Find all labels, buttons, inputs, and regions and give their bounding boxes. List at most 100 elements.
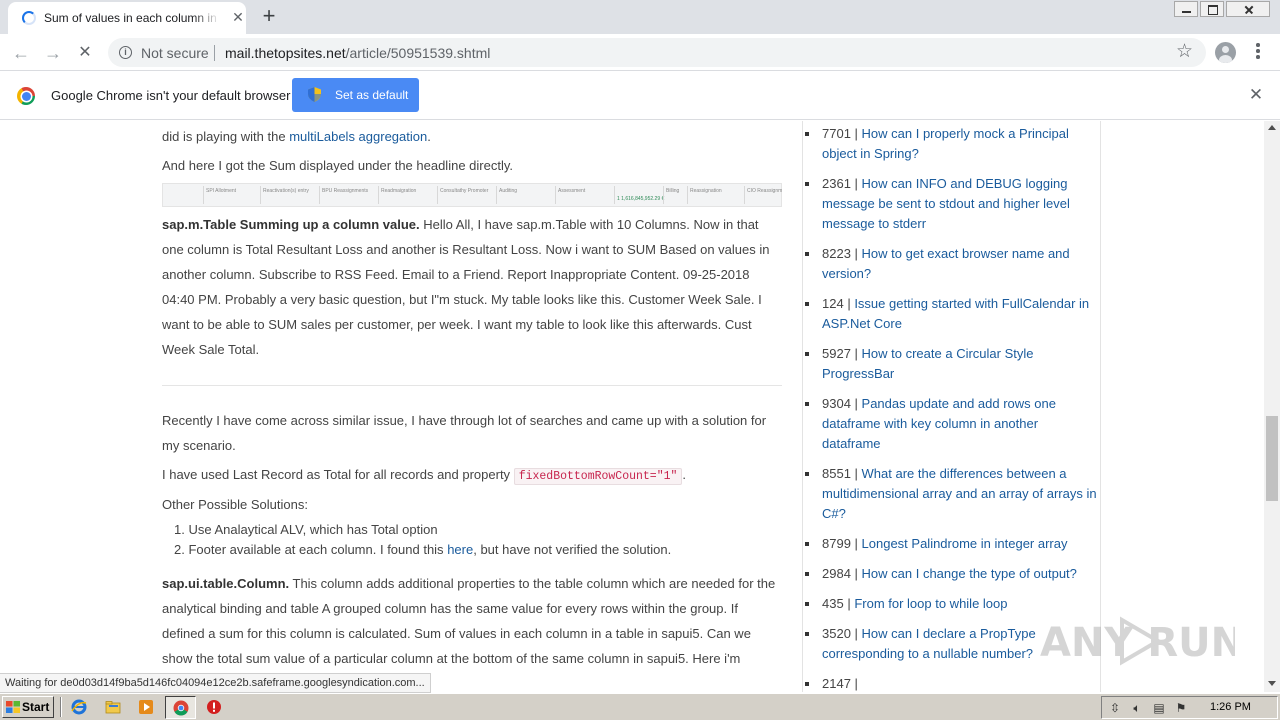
anyrun-watermark: ANY RUN [1040,612,1244,670]
page-scrollbar[interactable] [1264,121,1280,692]
list-item: 2361 | How can INFO and DEBUG logging me… [805,174,1098,234]
table-screenshot-image: SPI Allotment Reactivation(s) entry BPU … [162,183,782,207]
ie-icon[interactable] [71,699,87,715]
new-tab-plus-icon[interactable]: + [258,5,280,28]
answer-divider [162,385,782,386]
related-question-link[interactable]: How to create a Circular Style ProgressB… [822,346,1033,381]
scroll-up-arrow-icon[interactable] [1268,125,1276,130]
tab-title: Sum of values in each column in a table … [44,11,220,25]
minimize-button[interactable] [1174,1,1198,17]
article-paragraph: sap.m.Table Summing up a column value. H… [162,217,770,357]
stop-icon[interactable]: ✕ [73,41,97,65]
browser-toolbar: ← → ✕ i Not secure mail.thetopsites.net/… [0,34,1280,71]
screenshot-cell: BPU Reassignments [319,186,377,204]
article-paragraph: I have used Last Record as Total for all… [162,467,687,485]
article-paragraph: Recently I have come across similar issu… [162,413,767,453]
related-question-link[interactable]: What are the differences between a multi… [822,466,1097,521]
watermark-logo: ANY RUN [1040,616,1244,666]
screenshot-cell: Reactivation(s) entry [260,186,318,204]
related-question-link[interactable]: How can I properly mock a Principal obje… [822,126,1069,161]
stop-sign-icon[interactable] [206,699,222,715]
tab-close-icon[interactable]: ✕ [230,9,246,25]
related-question-link[interactable]: How can INFO and DEBUG logging message b… [822,176,1070,231]
tab-active[interactable]: Sum of values in each column in a table … [8,2,246,34]
list-item: 8799 | Longest Palindrome in integer arr… [805,534,1098,554]
article-paragraph: And here I got the Sum displayed under t… [162,158,513,173]
url-text[interactable]: mail.thetopsites.net/article/50951539.sh… [225,45,490,61]
screenshot-cell: Reassignation [687,186,743,204]
set-as-default-button[interactable]: Set as default [292,78,419,112]
url-path: /article/50951539.shtml [345,45,491,61]
infobar-message: Google Chrome isn't your default browser [51,88,291,103]
bullet-icon [805,472,809,476]
bullet-icon [805,632,809,636]
related-question-link[interactable]: Issue getting started with FullCalendar … [822,296,1089,331]
url-host: mail.thetopsites.net [225,45,346,61]
info-icon[interactable]: i [119,46,132,59]
list-item: 8223 | How to get exact browser name and… [805,244,1098,284]
list-item: 2147 | [805,674,1098,692]
uac-shield-icon [308,87,321,102]
screenshot-cell: SPI Allotment [203,186,259,204]
flag-icon[interactable]: ⚑ [1174,701,1188,715]
related-question-link[interactable]: How to get exact browser name and versio… [822,246,1070,281]
infobar-close-icon[interactable]: ✕ [1247,86,1265,104]
multilabels-aggregation-link[interactable]: multiLabels aggregation [289,129,427,144]
article-paragraph: did is playing with the multiLabels aggr… [162,129,431,144]
related-questions-sidebar: 7701 | How can I properly mock a Princip… [802,121,1101,692]
bullet-icon [805,252,809,256]
related-question-link[interactable]: From for loop to while loop [854,596,1007,611]
bullet-icon [805,352,809,356]
bullet-icon [805,682,809,686]
forward-arrow-icon[interactable]: → [41,41,65,65]
list-item: 7701 | How can I properly mock a Princip… [805,124,1098,164]
media-player-icon[interactable] [138,699,154,715]
scroll-down-arrow-icon[interactable] [1268,681,1276,686]
screenshot-cell: Auditing [496,186,554,204]
list-item: 124 | Issue getting started with FullCal… [805,294,1098,334]
start-label: Start [22,700,50,714]
article-paragraph: Other Possible Solutions: [162,497,308,512]
bullet-icon [805,602,809,606]
tray-arrows-icon[interactable]: ⇳ [1108,701,1122,715]
bookmark-star-icon[interactable]: ☆ [1176,41,1193,63]
list-item: 5927 | How to create a Circular Style Pr… [805,344,1098,384]
related-question-link[interactable]: Pandas update and add rows one dataframe… [822,396,1056,451]
set-as-default-label: Set as default [335,88,409,102]
chrome-taskbar-button[interactable] [165,696,196,719]
here-link[interactable]: here [447,542,473,557]
related-question-link[interactable]: How can I change the type of output? [862,566,1077,581]
folder-icon[interactable] [105,699,121,715]
list-item: 2. Footer available at each column. I fo… [174,542,672,557]
list-item: 9304 | Pandas update and add rows one da… [805,394,1098,454]
screenshot-cell: Billing [663,186,687,204]
bullet-icon [805,542,809,546]
screenshot-cell: CIO Reassignment [744,186,782,204]
back-arrow-icon[interactable]: ← [9,41,33,65]
related-question-link[interactable]: How can I declare a PropType correspondi… [822,626,1036,661]
address-bar[interactable]: i Not secure mail.thetopsites.net/articl… [108,38,1206,67]
scroll-thumb[interactable] [1266,416,1278,501]
screenshot-cell: Assessment [555,186,613,204]
bullet-icon [805,182,809,186]
start-button[interactable]: Start [2,696,54,718]
not-secure-label[interactable]: Not secure [141,45,209,61]
volume-icon[interactable]: 🔈︎ [1130,701,1144,715]
profile-avatar-icon[interactable] [1215,42,1236,63]
list-item: 1. Use Analaytical ALV, which has Total … [174,522,438,537]
chrome-logo-icon [17,87,35,105]
article-paragraph: sap.ui.table.Column. This column adds ad… [162,576,776,666]
tab-strip: Sum of values in each column in a table … [0,0,1280,34]
bullet-icon [805,572,809,576]
maximize-button[interactable] [1200,1,1224,17]
chrome-icon [173,700,189,716]
network-icon[interactable]: ▤ [1152,701,1166,715]
omnibox-divider [214,45,215,61]
list-item: 435 | From for loop to while loop [805,594,1098,614]
taskbar-clock[interactable]: 1:26 PM [1210,701,1251,713]
chrome-menu-icon[interactable] [1254,43,1262,63]
taskbar-separator [60,697,62,717]
loading-spinner-icon [22,11,36,25]
window-close-button[interactable] [1226,1,1270,17]
related-question-link[interactable]: Longest Palindrome in integer array [862,536,1068,551]
